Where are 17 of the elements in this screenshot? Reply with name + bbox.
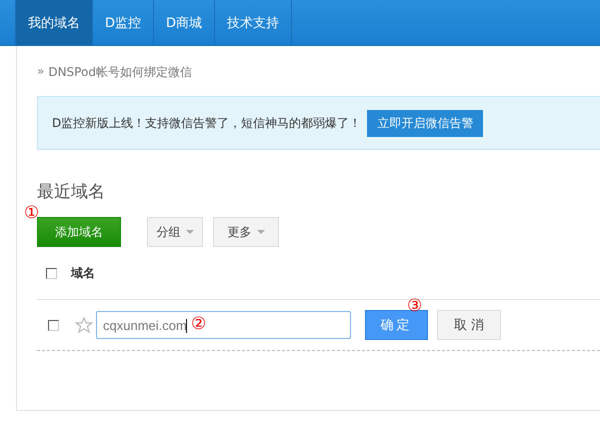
- enable-alert-button[interactable]: 立即开启微信告警: [367, 110, 484, 136]
- column-header: 域名: [71, 264, 95, 282]
- confirm-button[interactable]: 确定: [365, 310, 428, 340]
- nav-tab[interactable]: D商城: [154, 0, 216, 45]
- nav-tab[interactable]: 技术支持: [215, 0, 292, 45]
- cancel-button[interactable]: 取 消: [437, 310, 501, 340]
- help-link[interactable]: DNSPod帐号如何绑定微信: [48, 64, 192, 81]
- link-marker: »: [37, 64, 44, 78]
- annotation-number: ②: [191, 316, 206, 333]
- section-title: 最近域名: [37, 181, 106, 203]
- add-domain-button[interactable]: 添加域名: [37, 217, 121, 247]
- dropdown-button[interactable]: 分组: [147, 217, 203, 247]
- nav-tab[interactable]: 我的域名: [16, 0, 93, 45]
- annotation-number: ①: [24, 205, 40, 222]
- nav-tab[interactable]: D监控: [93, 0, 154, 45]
- dropdown-button[interactable]: 更多: [213, 217, 279, 247]
- notice-text: D监控新版上线！支持微信告警了，短信神马的都弱爆了！: [52, 114, 362, 132]
